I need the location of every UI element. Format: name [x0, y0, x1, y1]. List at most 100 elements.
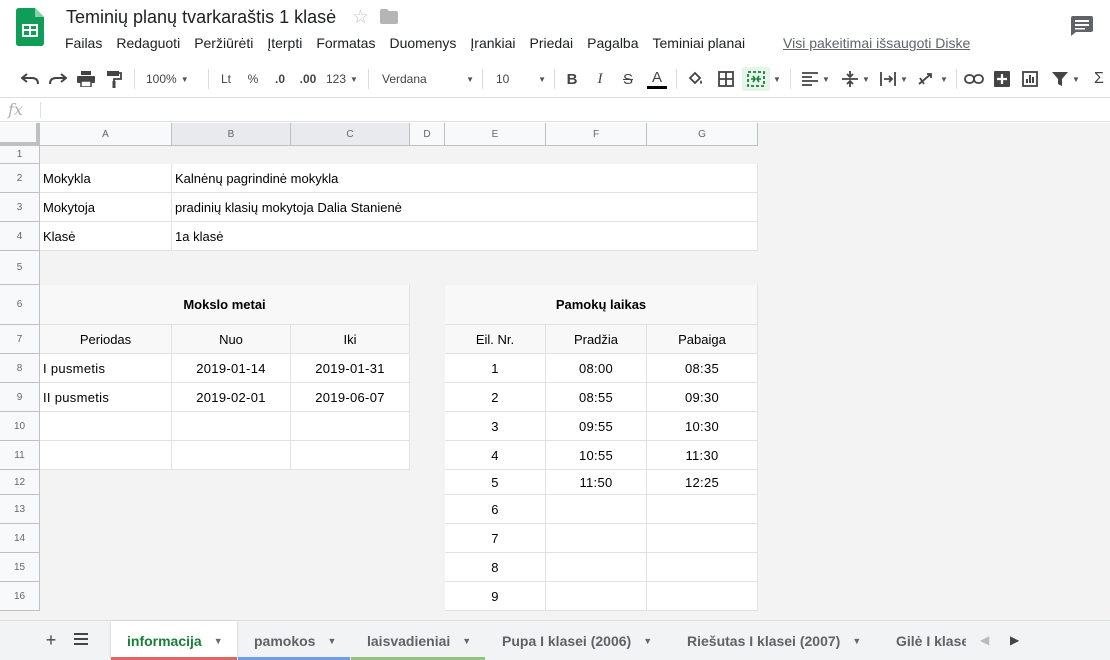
row-header-6[interactable]: 6 — [0, 285, 40, 325]
row-header-7[interactable]: 7 — [0, 325, 40, 354]
row-header-14[interactable]: 14 — [0, 524, 40, 553]
lesson-times-cell[interactable] — [647, 553, 758, 582]
comments-icon[interactable] — [1071, 16, 1093, 36]
document-title[interactable]: Teminių planų tvarkaraštis 1 klasė — [66, 7, 336, 28]
merge-options-chevron-icon[interactable]: ▼ — [772, 67, 782, 91]
text-wrapping-icon[interactable]: ▼ — [878, 67, 910, 91]
menu-tools[interactable]: Įrankiai — [463, 34, 522, 54]
column-header-g[interactable]: G — [647, 123, 758, 146]
italic-icon[interactable]: I — [590, 67, 610, 91]
zoom-select[interactable]: 100% ▼ — [146, 67, 202, 91]
column-header-b[interactable]: B — [172, 123, 291, 146]
row-header-15[interactable]: 15 — [0, 553, 40, 582]
cell-teacher-label[interactable]: Mokytoja — [40, 193, 172, 222]
school-year-title[interactable]: Mokslo metai — [40, 285, 410, 325]
school-year-header[interactable]: Iki — [291, 325, 410, 354]
scroll-tabs-right-icon[interactable]: ▶ — [1010, 633, 1019, 647]
lesson-times-cell[interactable]: 08:55 — [546, 383, 647, 412]
menu-insert[interactable]: Įterpti — [260, 34, 309, 54]
chevron-down-icon[interactable]: ▼ — [462, 636, 471, 646]
currency-format-button[interactable]: Lt — [216, 67, 236, 91]
menu-view[interactable]: Peržiūrėti — [187, 34, 260, 54]
row-header-16[interactable]: 16 — [0, 582, 40, 611]
lesson-times-title[interactable]: Pamokų laikas — [445, 285, 758, 325]
all-sheets-menu-icon[interactable] — [74, 633, 88, 645]
row-header-2[interactable]: 2 — [0, 164, 40, 193]
lesson-times-cell[interactable]: 08:00 — [546, 354, 647, 383]
lesson-times-cell[interactable] — [546, 495, 647, 524]
school-year-header[interactable]: Nuo — [172, 325, 291, 354]
lesson-times-header[interactable]: Eil. Nr. — [445, 325, 546, 354]
sheet-tab[interactable]: Gilė I klasei▼ — [880, 621, 980, 660]
cell-class-value[interactable]: 1a klasė — [172, 222, 758, 251]
lesson-times-cell[interactable]: 11:30 — [647, 441, 758, 470]
school-year-cell[interactable]: 2019-02-01 — [172, 383, 291, 412]
folder-icon[interactable] — [380, 9, 398, 24]
school-year-cell[interactable]: 2019-06-07 — [291, 383, 410, 412]
chevron-down-icon[interactable]: ▼ — [327, 636, 336, 646]
lesson-times-cell[interactable]: 09:30 — [647, 383, 758, 412]
cell-class-label[interactable]: Klasė — [40, 222, 172, 251]
lesson-times-cell[interactable]: 09:55 — [546, 412, 647, 441]
borders-icon[interactable] — [716, 67, 736, 91]
school-year-cell[interactable] — [291, 412, 410, 441]
lesson-times-cell[interactable] — [546, 524, 647, 553]
bold-icon[interactable]: B — [562, 67, 582, 91]
cell-school-label[interactable]: Mokykla — [40, 164, 172, 193]
lesson-times-cell[interactable]: 7 — [445, 524, 546, 553]
text-color-button[interactable]: A — [646, 67, 668, 91]
insert-chart-icon[interactable] — [1020, 67, 1040, 91]
column-header-d[interactable]: D — [410, 123, 445, 146]
strikethrough-icon[interactable]: S — [618, 67, 638, 91]
cell-teacher-value[interactable]: pradinių klasių mokytoja Dalia Stanienė — [172, 193, 758, 222]
lesson-times-cell[interactable]: 1 — [445, 354, 546, 383]
lesson-times-cell[interactable]: 8 — [445, 553, 546, 582]
row-header-9[interactable]: 9 — [0, 383, 40, 412]
lesson-times-cell[interactable]: 11:50 — [546, 470, 647, 495]
sheet-tab[interactable]: informacija ▼ — [111, 621, 237, 660]
row-header-11[interactable]: 11 — [0, 441, 40, 470]
lesson-times-cell[interactable] — [647, 582, 758, 611]
lesson-times-cell[interactable] — [647, 495, 758, 524]
cell-school-value[interactable]: Kalnėnų pagrindinė mokykla — [172, 164, 758, 193]
row-header-3[interactable]: 3 — [0, 193, 40, 222]
merge-cells-icon[interactable] — [742, 67, 770, 91]
menu-help[interactable]: Pagalba — [580, 34, 645, 54]
sheet-tab[interactable]: laisvadieniai ▼ — [351, 621, 485, 660]
sheets-logo-icon[interactable] — [16, 8, 44, 46]
school-year-cell[interactable]: I pusmetis — [40, 354, 172, 383]
font-family-select[interactable]: Verdana ▼ — [382, 67, 474, 91]
school-year-cell[interactable]: 2019-01-31 — [291, 354, 410, 383]
lesson-times-cell[interactable]: 5 — [445, 470, 546, 495]
school-year-cell[interactable] — [172, 412, 291, 441]
school-year-cell[interactable] — [172, 441, 291, 470]
lesson-times-cell[interactable]: 9 — [445, 582, 546, 611]
column-header-e[interactable]: E — [445, 123, 546, 146]
column-header-a[interactable]: A — [40, 123, 172, 146]
sheet-tab[interactable]: Riešutas I klasei (2007) ▼ — [671, 621, 879, 660]
menu-format[interactable]: Formatas — [309, 34, 382, 54]
lesson-times-cell[interactable] — [546, 582, 647, 611]
school-year-cell[interactable] — [291, 441, 410, 470]
insert-comment-icon[interactable] — [992, 67, 1012, 91]
lesson-times-header[interactable]: Pabaiga — [647, 325, 758, 354]
lesson-times-cell[interactable]: 10:30 — [647, 412, 758, 441]
more-formats-select[interactable]: 123 ▼ — [326, 67, 358, 91]
row-header-4[interactable]: 4 — [0, 222, 40, 251]
print-icon[interactable] — [76, 67, 96, 91]
select-all-corner[interactable] — [0, 123, 40, 146]
sheet-tab[interactable]: Pupa I klasei (2006) ▼ — [486, 621, 670, 660]
lesson-times-cell[interactable]: 12:25 — [647, 470, 758, 495]
save-status-link[interactable]: Visi pakeitimai išsaugoti Diske — [783, 34, 970, 52]
font-size-select[interactable]: 10 ▼ — [496, 67, 546, 91]
row-header-1[interactable]: 1 — [0, 146, 40, 164]
school-year-header[interactable]: Periodas — [40, 325, 172, 354]
row-header-10[interactable]: 10 — [0, 412, 40, 441]
lesson-times-cell[interactable]: 6 — [445, 495, 546, 524]
lesson-times-cell[interactable] — [647, 524, 758, 553]
school-year-cell[interactable]: II pusmetis — [40, 383, 172, 412]
decrease-decimal-button[interactable]: .0 — [270, 67, 290, 91]
functions-icon[interactable]: Σ — [1094, 67, 1110, 91]
row-header-12[interactable]: 12 — [0, 470, 40, 495]
star-icon[interactable]: ☆ — [352, 6, 369, 29]
